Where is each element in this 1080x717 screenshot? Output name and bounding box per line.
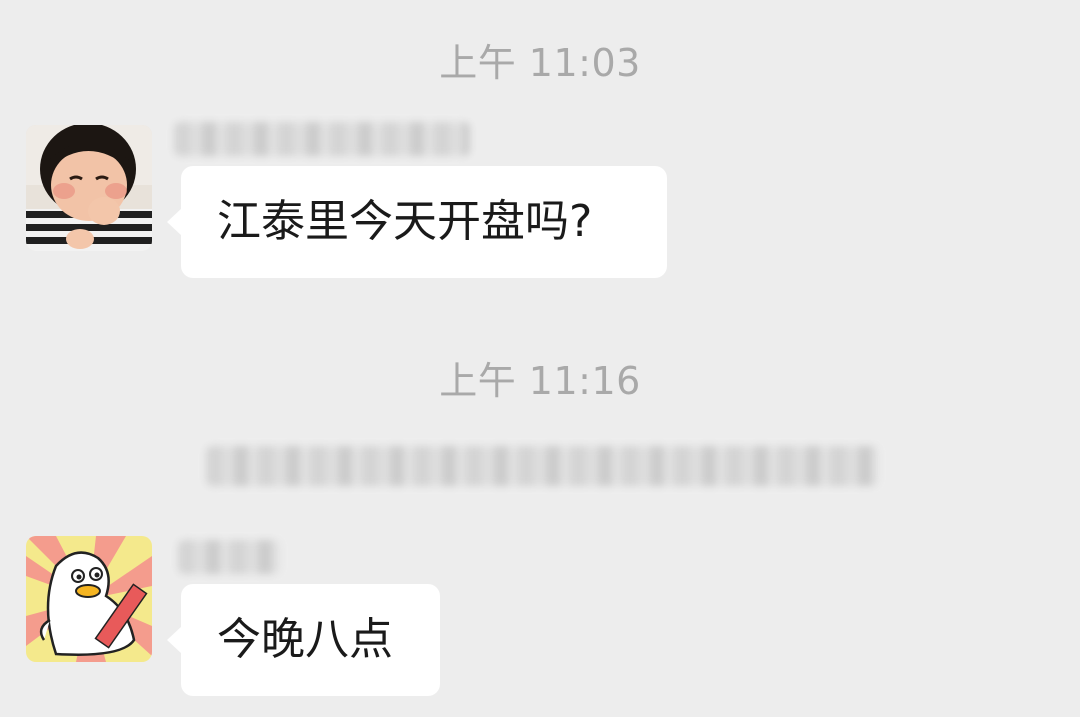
message-text: 今晚八点 — [217, 614, 393, 665]
child-photo-avatar-icon — [26, 125, 152, 251]
timestamp: 上午 11:03 — [439, 41, 641, 85]
sender-name-blurred — [178, 540, 280, 574]
system-notice-blurred — [206, 446, 878, 486]
message-text: 江泰里今天开盘吗? — [217, 196, 593, 247]
sender-name-blurred — [174, 122, 470, 156]
avatar[interactable] — [26, 125, 152, 251]
cartoon-duck-avatar-icon — [26, 536, 152, 662]
message-bubble[interactable]: 江泰里今天开盘吗? — [167, 166, 667, 278]
avatar[interactable] — [26, 536, 152, 662]
timestamp: 上午 11:16 — [439, 359, 641, 403]
message-bubble[interactable]: 今晚八点 — [167, 584, 440, 696]
